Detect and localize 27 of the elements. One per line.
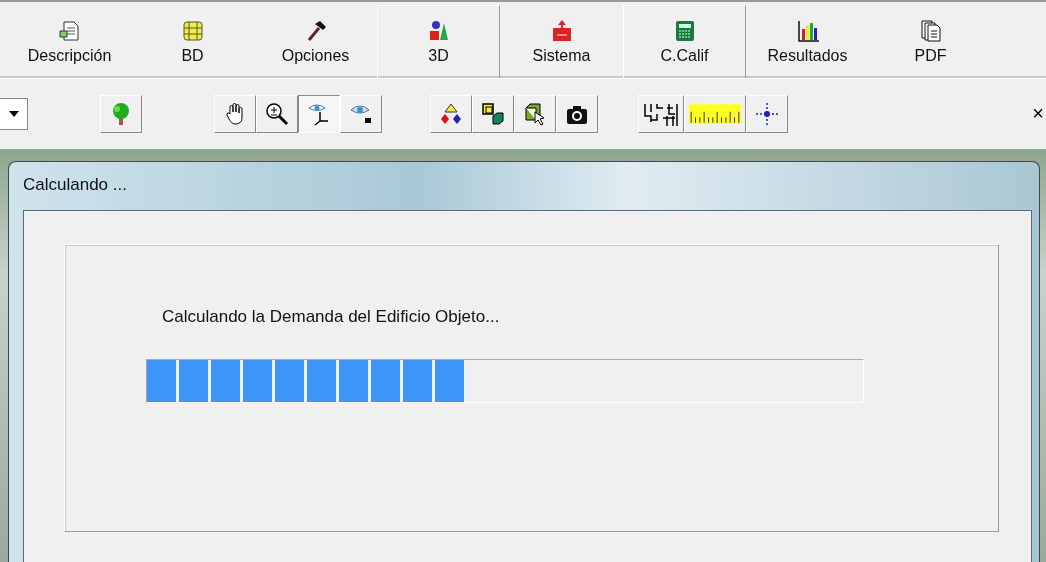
status-message: Calculando la Demanda del Edificio Objeto... xyxy=(162,307,500,327)
tab[interactable]: Opciones xyxy=(254,5,377,79)
tab[interactable]: BD xyxy=(131,5,254,79)
tab[interactable]: Descripción xyxy=(8,5,131,79)
tab[interactable]: PDF xyxy=(869,5,992,79)
tab[interactable]: C.Calif xyxy=(623,5,746,79)
eye-axes-icon xyxy=(307,102,331,126)
pages-icon xyxy=(918,19,943,43)
tab[interactable]: Sistema xyxy=(500,5,623,79)
dropdown-button[interactable] xyxy=(0,98,28,130)
document-icon xyxy=(57,19,82,43)
caret-icon xyxy=(8,111,19,117)
grid-lines-icon xyxy=(643,102,679,126)
dialog-title: Calculando ... xyxy=(23,174,127,196)
tab[interactable]: 3D xyxy=(377,5,500,79)
shapes-icon xyxy=(439,102,463,126)
toolbar-button[interactable] xyxy=(298,95,340,133)
cubes-icon xyxy=(481,102,505,126)
bar-chart-icon xyxy=(795,19,820,43)
database-icon xyxy=(180,19,205,43)
cube-pointer-icon xyxy=(523,102,547,126)
close-button[interactable]: × xyxy=(1032,101,1044,125)
crosshair-icon xyxy=(755,102,779,126)
zoom-icon xyxy=(265,102,289,126)
ruler-icon xyxy=(689,101,741,127)
eye-icon xyxy=(349,102,373,126)
tab[interactable]: Resultados xyxy=(746,5,869,79)
